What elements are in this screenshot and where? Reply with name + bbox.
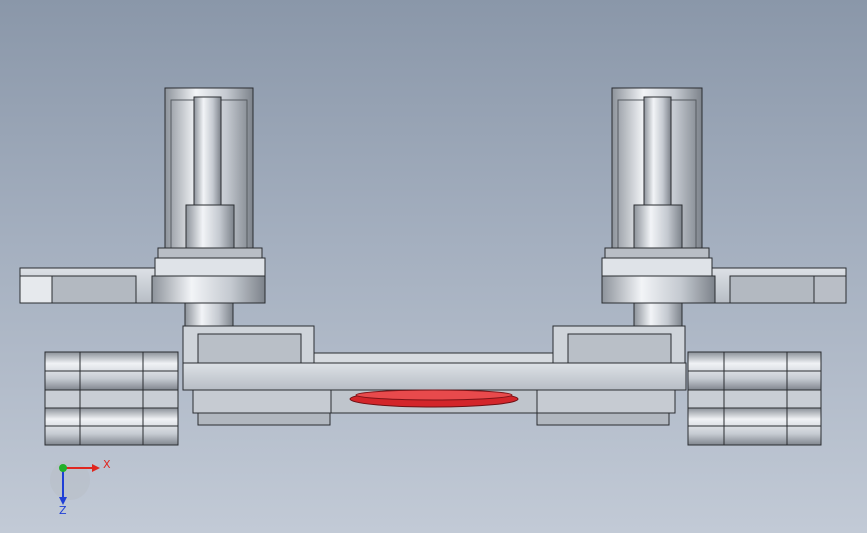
center-frame	[182, 325, 687, 426]
right-mount-arm	[601, 257, 847, 329]
red-workpiece	[349, 389, 519, 408]
cad-viewport[interactable]: X Z	[0, 0, 867, 533]
x-axis-label: X	[103, 458, 111, 471]
assembly-drawing: X Z	[19, 87, 847, 517]
left-motor	[157, 87, 263, 261]
right-motor	[604, 87, 710, 261]
left-roller-assembly	[44, 351, 179, 446]
axis-triad: X Z	[50, 458, 111, 517]
right-roller-assembly	[687, 351, 822, 446]
left-mount-arm	[19, 257, 266, 329]
y-axis-dot	[59, 464, 67, 472]
z-axis-label: Z	[59, 504, 67, 517]
